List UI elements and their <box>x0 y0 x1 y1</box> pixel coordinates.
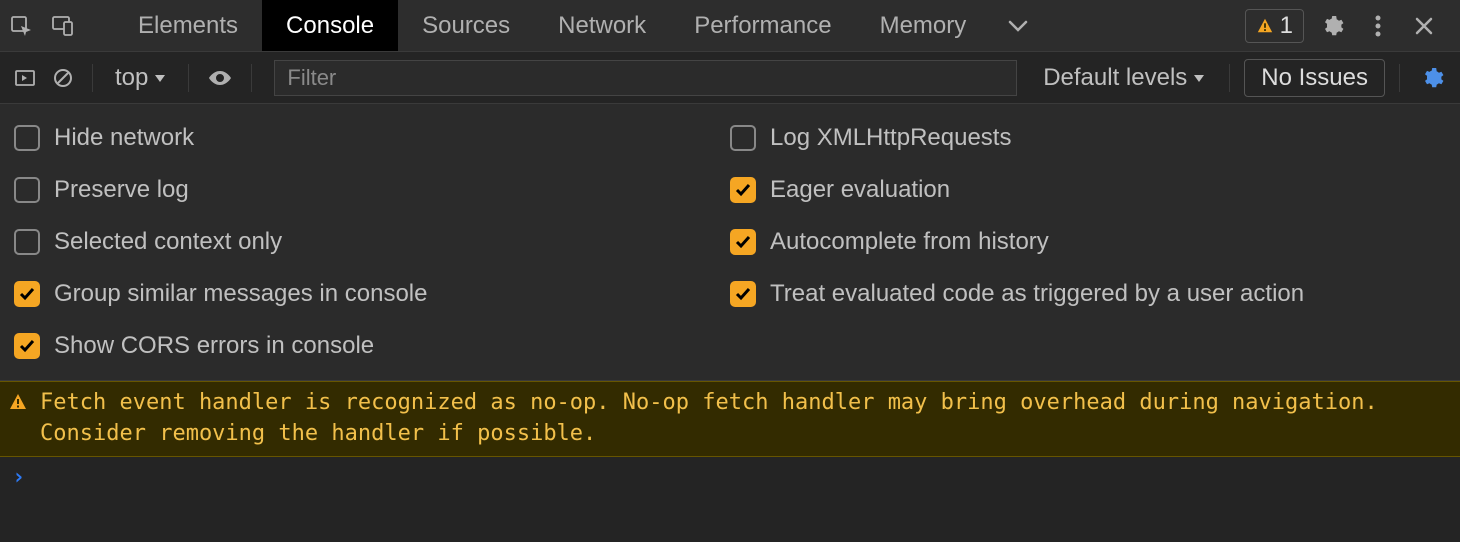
tab-list: Elements Console Sources Network Perform… <box>114 0 1046 51</box>
dropdown-icon <box>154 73 166 83</box>
more-tabs-icon[interactable] <box>990 0 1046 51</box>
levels-label: Default levels <box>1043 64 1187 92</box>
log-levels-selector[interactable]: Default levels <box>1033 64 1215 92</box>
checkbox-label: Show CORS errors in console <box>54 332 374 360</box>
dropdown-icon <box>1193 73 1205 83</box>
tab-label: Console <box>286 12 374 40</box>
divider <box>251 64 252 92</box>
tab-performance[interactable]: Performance <box>670 0 855 51</box>
filter-input[interactable] <box>274 60 1017 96</box>
checkbox-label: Treat evaluated code as triggered by a u… <box>770 280 1304 308</box>
close-icon[interactable] <box>1406 8 1442 44</box>
checkbox-group-similar[interactable]: Group similar messages in console <box>14 280 730 308</box>
checkbox-user-action[interactable]: Treat evaluated code as triggered by a u… <box>730 280 1446 308</box>
context-selector[interactable]: top <box>107 64 174 92</box>
clear-console-icon[interactable] <box>48 60 78 96</box>
tab-label: Performance <box>694 12 831 40</box>
checkbox-label: Hide network <box>54 124 194 152</box>
checkbox-label: Autocomplete from history <box>770 228 1049 256</box>
tab-memory[interactable]: Memory <box>856 0 991 51</box>
devtools-tabbar: Elements Console Sources Network Perform… <box>0 0 1460 52</box>
checkbox-label: Selected context only <box>54 228 282 256</box>
tab-sources[interactable]: Sources <box>398 0 534 51</box>
checkbox-label: Preserve log <box>54 176 189 204</box>
checkbox-label: Eager evaluation <box>770 176 950 204</box>
checkbox-label: Group similar messages in console <box>54 280 428 308</box>
checkbox-log-xhr[interactable]: Log XMLHttpRequests <box>730 124 1446 152</box>
checkbox-preserve-log[interactable]: Preserve log <box>14 176 730 204</box>
divider <box>92 64 93 92</box>
tab-console[interactable]: Console <box>262 0 398 51</box>
tab-network[interactable]: Network <box>534 0 670 51</box>
console-prompt[interactable]: › <box>0 457 1460 498</box>
checkbox-eager-eval[interactable]: Eager evaluation <box>730 176 1446 204</box>
checkbox-cors-errors[interactable]: Show CORS errors in console <box>14 332 730 360</box>
tab-label: Memory <box>880 12 967 40</box>
tab-elements[interactable]: Elements <box>114 0 262 51</box>
console-settings-panel: Hide network Preserve log Selected conte… <box>0 104 1460 381</box>
warning-text: Fetch event handler is recognized as no-… <box>40 388 1450 450</box>
kebab-menu-icon[interactable] <box>1360 8 1396 44</box>
warnings-badge[interactable]: 1 <box>1245 9 1304 43</box>
divider <box>188 64 189 92</box>
warning-count: 1 <box>1280 12 1293 40</box>
tab-label: Sources <box>422 12 510 40</box>
checkbox-selected-context[interactable]: Selected context only <box>14 228 730 256</box>
console-warning-message[interactable]: Fetch event handler is recognized as no-… <box>0 381 1460 457</box>
checkbox-hide-network[interactable]: Hide network <box>14 124 730 152</box>
divider <box>1229 64 1230 92</box>
tab-label: Elements <box>138 12 238 40</box>
context-label: top <box>115 64 148 92</box>
console-settings-gear-icon[interactable] <box>1414 60 1450 96</box>
console-toolbar: top Default levels No Issues <box>0 52 1460 104</box>
checkbox-label: Log XMLHttpRequests <box>770 124 1011 152</box>
toggle-sidebar-icon[interactable] <box>10 60 40 96</box>
divider <box>1399 64 1400 92</box>
settings-gear-icon[interactable] <box>1314 8 1350 44</box>
inspect-element-icon[interactable] <box>0 0 42 51</box>
settings-right-column: Log XMLHttpRequests Eager evaluation Aut… <box>730 124 1446 360</box>
settings-left-column: Hide network Preserve log Selected conte… <box>14 124 730 360</box>
issues-label: No Issues <box>1261 64 1368 91</box>
warning-icon <box>1256 17 1274 35</box>
checkbox-autocomplete-history[interactable]: Autocomplete from history <box>730 228 1446 256</box>
live-expression-icon[interactable] <box>203 60 237 96</box>
device-toolbar-icon[interactable] <box>42 0 84 51</box>
prompt-chevron-icon: › <box>12 465 25 490</box>
warning-icon <box>8 392 28 450</box>
tab-label: Network <box>558 12 646 40</box>
issues-button[interactable]: No Issues <box>1244 59 1385 97</box>
